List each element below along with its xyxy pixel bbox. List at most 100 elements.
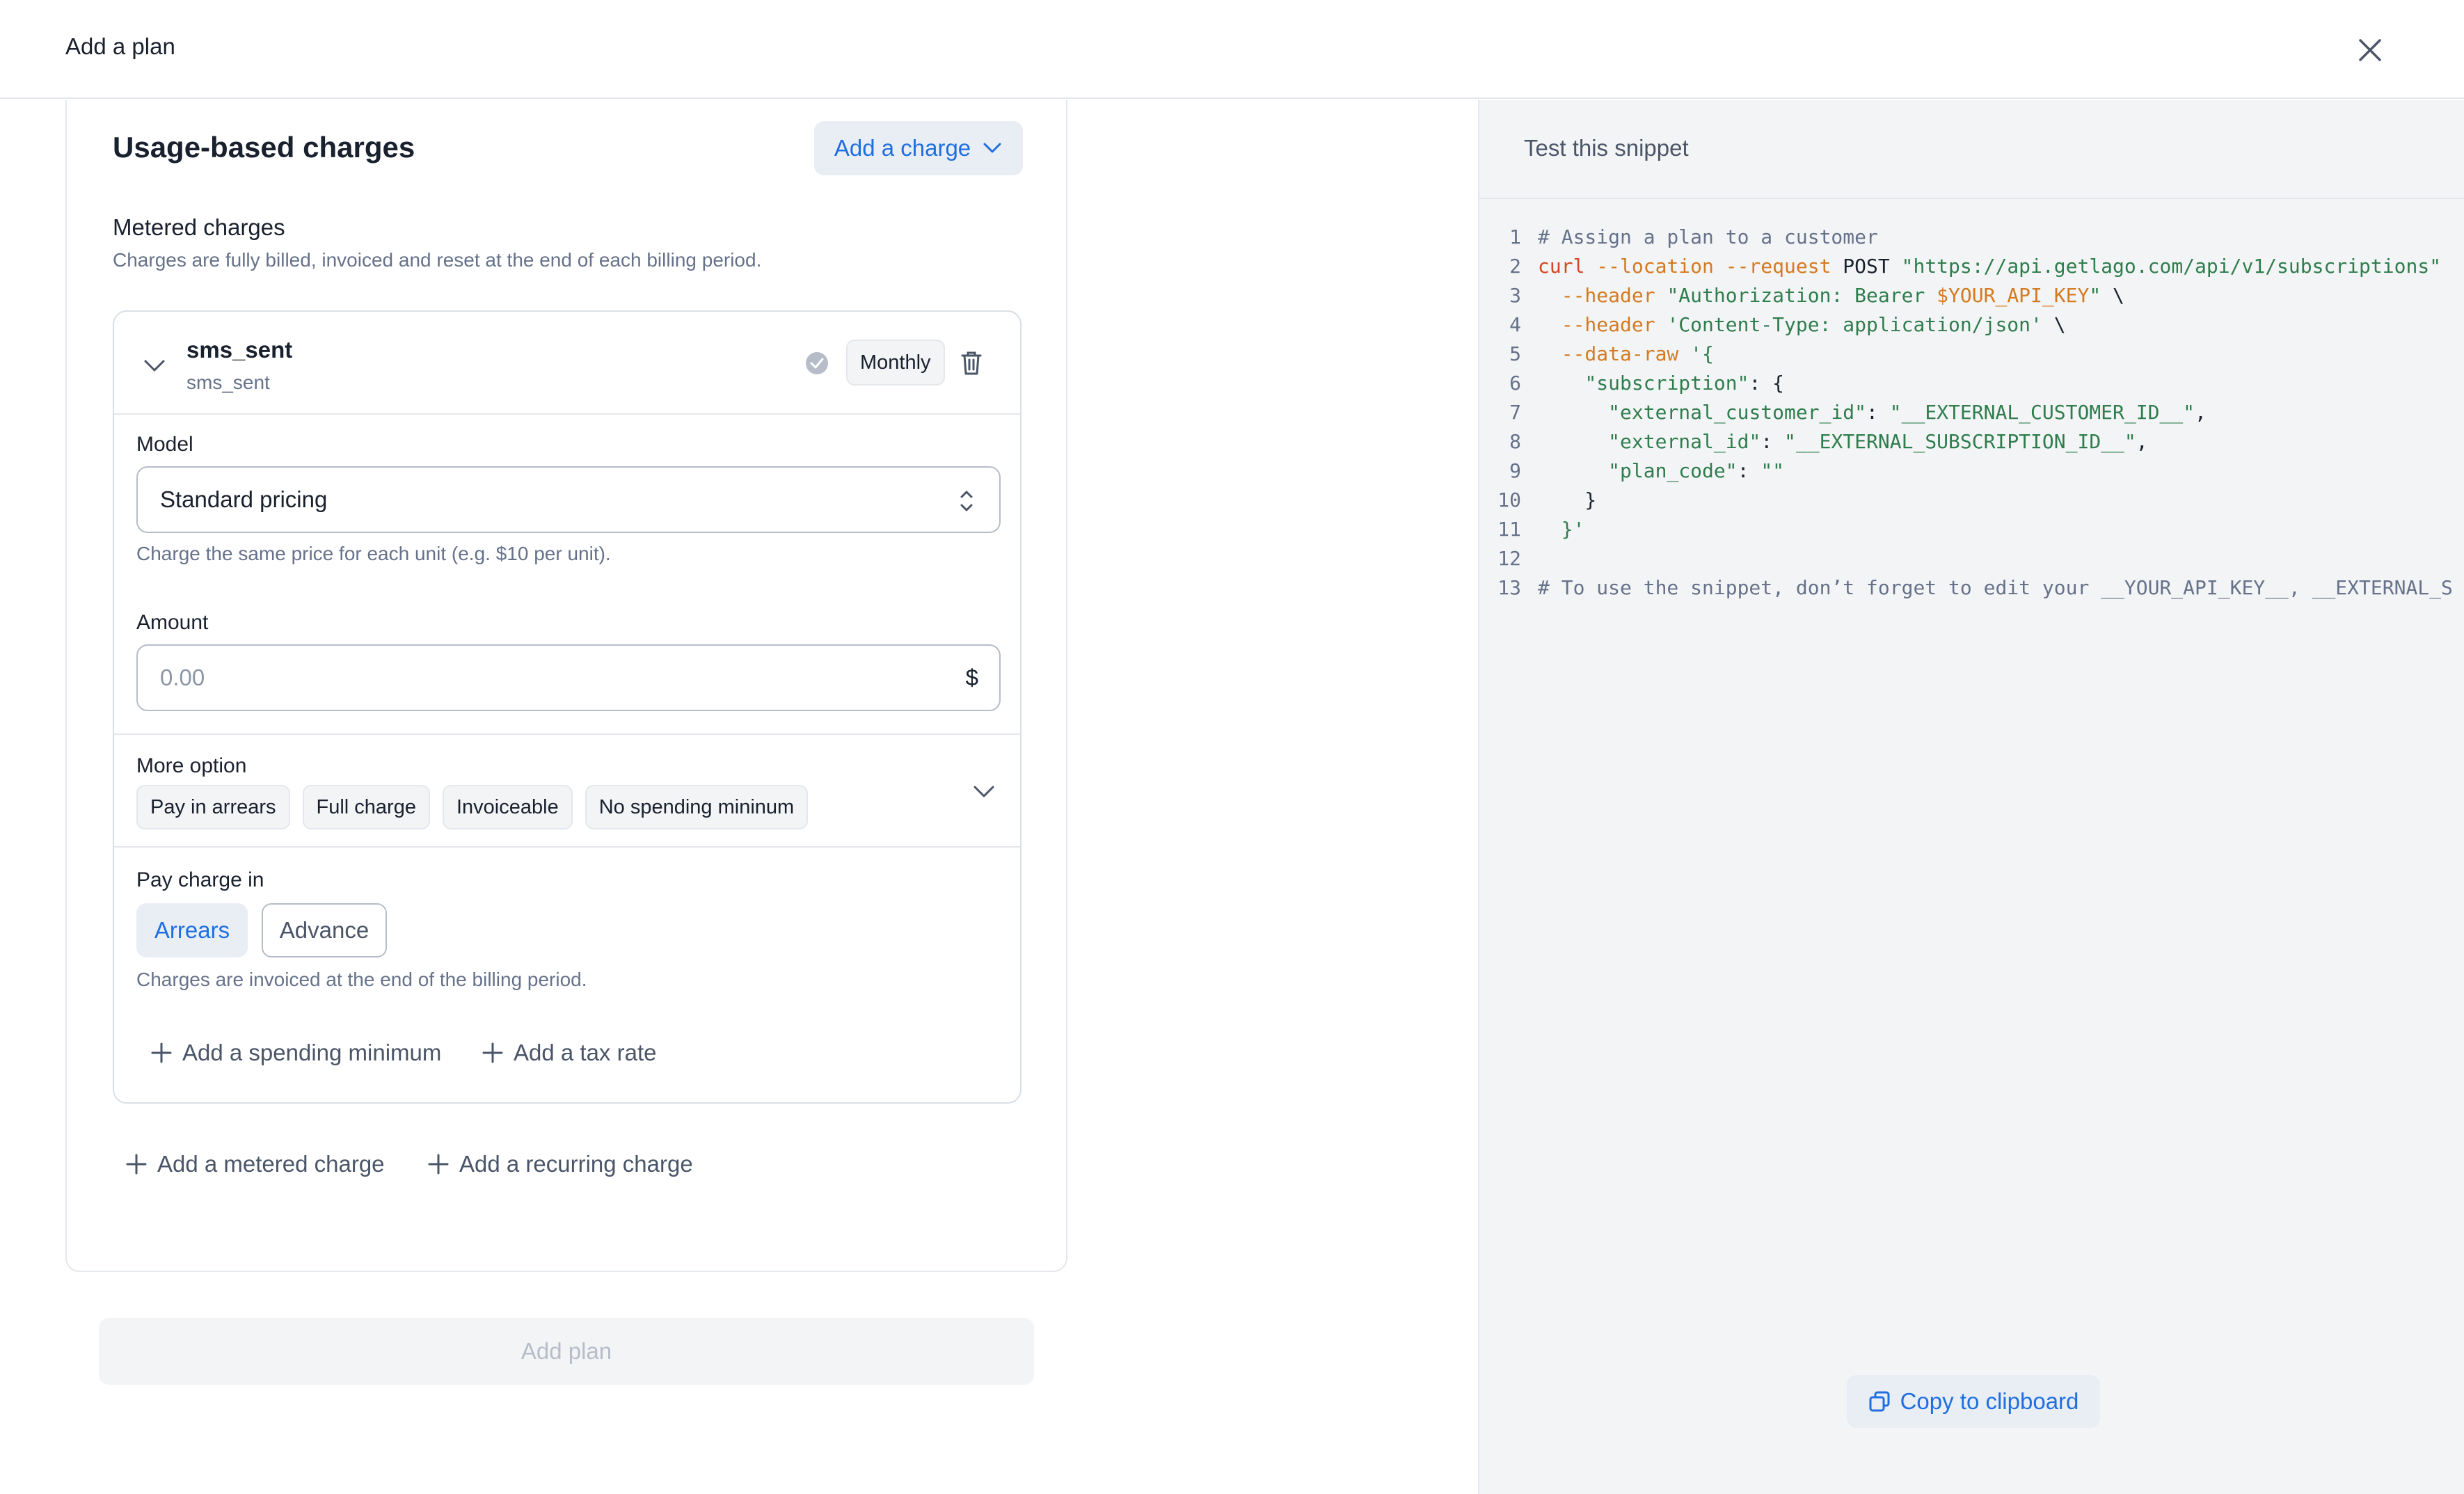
- line-number: 12: [1497, 547, 1521, 570]
- add-tax-rate-button[interactable]: Add a tax rate: [482, 1040, 656, 1066]
- usage-charges-card: Usage-based charges Add a charge Metered…: [65, 100, 1067, 1272]
- expand-more-options-button[interactable]: [967, 775, 1001, 809]
- option-tag: Pay in arrears: [136, 785, 290, 829]
- line-number: 7: [1509, 401, 1521, 424]
- amount-input[interactable]: 0.00 $: [136, 644, 1001, 711]
- code-line: 12: [1479, 544, 2464, 573]
- metered-charges-subtitle: Charges are fully billed, invoiced and r…: [113, 249, 762, 271]
- code-line: 2 curl --location --request POST "https:/…: [1479, 252, 2464, 281]
- add-plan-button[interactable]: Add plan: [99, 1318, 1034, 1385]
- more-options-section[interactable]: More option Pay in arrears Full charge I…: [114, 733, 1020, 848]
- line-number: 4: [1509, 313, 1521, 336]
- copy-icon: [1869, 1391, 1890, 1412]
- code-line: 13 # To use the snippet, don’t forget to …: [1479, 573, 2464, 603]
- add-metered-charge-label: Add a metered charge: [157, 1151, 385, 1177]
- close-icon: [2359, 39, 2381, 61]
- code-line: 7 "external_customer_id": "__EXTERNAL_CU…: [1479, 398, 2464, 427]
- code-line: 11 }': [1479, 515, 2464, 544]
- copy-label: Copy to clipboard: [1900, 1388, 2079, 1414]
- add-spending-minimum-label: Add a spending minimum: [182, 1040, 442, 1065]
- metered-charges-title: Metered charges: [113, 214, 285, 240]
- line-number: 13: [1497, 576, 1521, 599]
- amount-label: Amount: [136, 611, 209, 634]
- add-recurring-charge-label: Add a recurring charge: [459, 1151, 693, 1177]
- code-line: 3 --header "Authorization: Bearer $YOUR_…: [1479, 281, 2464, 310]
- option-tag: No spending mininum: [585, 785, 809, 829]
- code-text: "plan_code": "": [1608, 459, 1785, 482]
- line-number: 3: [1509, 284, 1521, 307]
- add-spending-minimum-button[interactable]: Add a spending minimum: [150, 1040, 441, 1066]
- charge-header[interactable]: sms_sent sms_sent Monthly: [114, 312, 1020, 415]
- code-text: # Assign a plan to a customer: [1538, 225, 1878, 248]
- section-title: Usage-based charges: [113, 131, 415, 164]
- code-line: 4 --header 'Content-Type: application/js…: [1479, 310, 2464, 340]
- delete-charge-button[interactable]: [956, 348, 987, 379]
- snippet-panel: Test this snippet 1 # Assign a plan to a …: [1478, 100, 2464, 1494]
- add-charge-label: Add a charge: [834, 135, 971, 161]
- line-number: 10: [1497, 488, 1521, 511]
- add-recurring-charge-button[interactable]: Add a recurring charge: [427, 1151, 693, 1177]
- chevron-down-icon: [983, 143, 1001, 153]
- amount-placeholder: 0.00: [160, 665, 205, 690]
- option-tag: Invoiceable: [442, 785, 573, 829]
- code-text: # To use the snippet, don’t forget to ed…: [1538, 576, 2453, 599]
- plus-icon: [151, 1042, 172, 1063]
- plus-icon: [482, 1042, 503, 1063]
- model-label: Model: [136, 433, 193, 456]
- check-circle-icon: [806, 352, 828, 374]
- line-number: 8: [1509, 430, 1521, 453]
- code-text: }': [1561, 518, 1585, 541]
- more-options-label: More option: [136, 754, 247, 777]
- model-select[interactable]: Standard pricing: [136, 466, 1001, 533]
- line-number: 9: [1509, 459, 1521, 482]
- currency-symbol: $: [965, 665, 978, 690]
- code-text: "external_customer_id": "__EXTERNAL_CUST…: [1608, 401, 2207, 424]
- code-snippet[interactable]: 1 # Assign a plan to a customer 2 curl --lo…: [1479, 223, 2464, 603]
- plan-form: Usage-based charges Add a charge Metered…: [0, 100, 1478, 1494]
- code-text: "subscription": {: [1584, 372, 1785, 395]
- model-helper-text: Charge the same price for each unit (e.g…: [136, 543, 611, 564]
- line-number: 5: [1509, 342, 1521, 365]
- charge-code: sms_sent: [186, 372, 270, 393]
- code-text: "external_id": "__EXTERNAL_SUBSCRIPTION_…: [1608, 430, 2148, 453]
- collapse-charge-button[interactable]: [138, 349, 171, 383]
- add-tax-rate-label: Add a tax rate: [514, 1040, 657, 1065]
- add-charge-button[interactable]: Add a charge: [814, 121, 1023, 175]
- line-number: 2: [1509, 255, 1521, 278]
- snippet-title: Test this snippet: [1524, 135, 1689, 161]
- line-number: 11: [1497, 518, 1521, 541]
- code-line: 9 "plan_code": "": [1479, 456, 2464, 486]
- line-number: 6: [1509, 372, 1521, 395]
- charge-name: sms_sent: [186, 337, 293, 363]
- select-arrows-icon: [960, 491, 973, 511]
- charge-accordion: sms_sent sms_sent Monthly Model Standard…: [113, 310, 1022, 1104]
- modal-header: Add a plan: [0, 0, 2464, 99]
- modal-title: Add a plan: [65, 33, 175, 59]
- pay-helper-text: Charges are invoiced at the end of the b…: [136, 969, 587, 990]
- code-text: --header 'Content-Type: application/json…: [1561, 313, 2066, 336]
- interval-badge: Monthly: [846, 340, 945, 386]
- code-text: }: [1538, 488, 1597, 511]
- code-line: 5 --data-raw '{: [1479, 340, 2464, 369]
- line-number: 1: [1509, 225, 1521, 248]
- copy-to-clipboard-button[interactable]: Copy to clipboard: [1847, 1375, 2100, 1428]
- pay-arrears-option[interactable]: Arrears: [136, 903, 248, 957]
- code-line: 8 "external_id": "__EXTERNAL_SUBSCRIPTIO…: [1479, 427, 2464, 456]
- code-text: --header "Authorization: Bearer $YOUR_AP…: [1561, 284, 2124, 307]
- model-select-value: Standard pricing: [160, 486, 328, 512]
- close-button[interactable]: [2351, 31, 2390, 70]
- code-text: curl --location --request POST "https://…: [1538, 255, 2442, 278]
- code-line: 6 "subscription": {: [1479, 369, 2464, 398]
- option-tag: Full charge: [302, 785, 430, 829]
- snippet-header: Test this snippet: [1479, 100, 2464, 199]
- pay-charge-label: Pay charge in: [136, 868, 264, 891]
- code-line: 1 # Assign a plan to a customer: [1479, 223, 2464, 252]
- options-tags: Pay in arrears Full charge Invoiceable N…: [136, 785, 809, 829]
- chevron-down-icon: [973, 786, 994, 797]
- trash-icon: [961, 351, 982, 375]
- plus-icon: [126, 1154, 147, 1175]
- pay-advance-option[interactable]: Advance: [262, 903, 387, 957]
- add-metered-charge-button[interactable]: Add a metered charge: [125, 1151, 385, 1177]
- chevron-down-icon: [144, 360, 165, 372]
